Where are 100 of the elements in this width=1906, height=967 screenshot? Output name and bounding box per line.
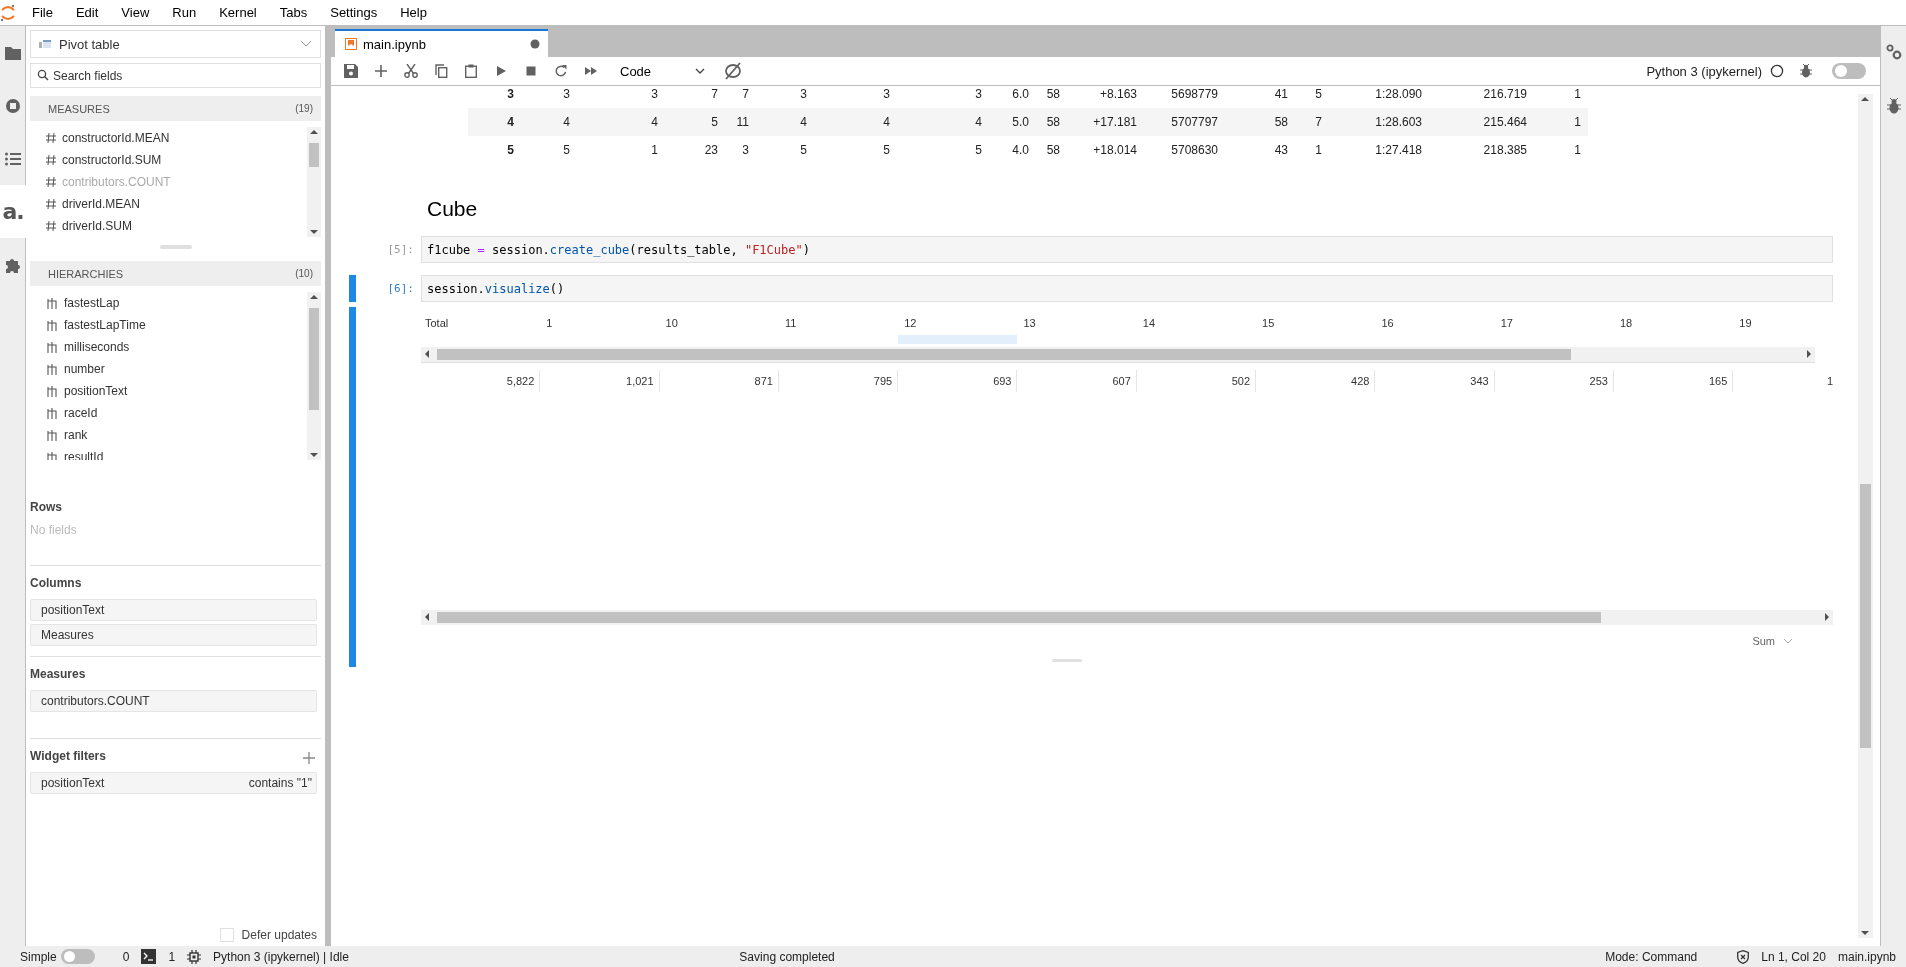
- column-header[interactable]: Total: [421, 307, 541, 344]
- app-logo: [0, 2, 16, 23]
- field-item[interactable]: fastestLapTime: [64, 318, 146, 332]
- table-cell-text: 1: [650, 143, 658, 157]
- caret-icon: [695, 68, 706, 74]
- plus-icon[interactable]: [303, 752, 315, 764]
- column-header[interactable]: 14: [1136, 307, 1257, 344]
- field-item[interactable]: raceId: [64, 406, 98, 420]
- clipboard-icon[interactable]: [464, 64, 478, 78]
- field-item[interactable]: rank: [64, 428, 88, 442]
- save-icon[interactable]: [344, 64, 358, 78]
- copy-icon[interactable]: [434, 64, 448, 78]
- terminal-icon[interactable]: [141, 949, 157, 964]
- checkbox-label: Defer updates: [241, 928, 317, 942]
- bug-icon[interactable]: [1886, 98, 1901, 114]
- cell-type-dropdown[interactable]: Code: [618, 63, 708, 79]
- field-chip[interactable]: positionText: [30, 599, 317, 621]
- menu-item[interactable]: View: [111, 1, 160, 24]
- menu-item[interactable]: Kernel: [209, 1, 267, 24]
- field-item[interactable]: constructorId.MEAN: [62, 131, 170, 145]
- stop-icon[interactable]: [524, 64, 538, 78]
- search-icon: [37, 69, 49, 81]
- menu-item[interactable]: File: [22, 1, 63, 24]
- hash-icon: [46, 155, 56, 165]
- scrollbar[interactable]: [307, 127, 321, 237]
- column-header[interactable]: 1: [540, 307, 660, 344]
- table-cell-text: 5: [1314, 87, 1322, 101]
- table-cell-text: 215.464: [1482, 115, 1527, 129]
- field-item[interactable]: constructorId.SUM: [62, 153, 162, 167]
- table-cell-text: 3: [882, 87, 890, 101]
- ring-icon[interactable]: [723, 62, 744, 80]
- field-item[interactable]: driverId.SUM: [62, 219, 132, 233]
- section-title: Measures: [30, 666, 87, 683]
- row-index: 4: [506, 115, 514, 129]
- chip-icon[interactable]: [187, 949, 202, 964]
- kernel-status[interactable]: Python 3 (ipykernel) | Idle: [213, 949, 349, 964]
- play-icon[interactable]: [494, 64, 508, 78]
- row-index: 5: [506, 143, 514, 157]
- table-cell-text: 7: [741, 87, 749, 101]
- column-header[interactable]: 11: [778, 307, 899, 344]
- table-cell-text: 5698779: [1170, 87, 1218, 101]
- table-cell-text: 4: [562, 115, 570, 129]
- field-item[interactable]: milliseconds: [64, 340, 130, 354]
- mode-indicator[interactable]: Mode: Command: [1605, 949, 1698, 964]
- column-header[interactable]: 13: [1017, 307, 1137, 344]
- field-chip[interactable]: contributors.COUNT: [30, 690, 317, 712]
- gears-icon[interactable]: [1885, 44, 1902, 60]
- file-name[interactable]: main.ipynb: [1837, 949, 1896, 964]
- menu-item[interactable]: Settings: [320, 1, 388, 24]
- checkbox[interactable]: [219, 928, 234, 942]
- debugger-toggle[interactable]: [1832, 63, 1866, 79]
- table-cell-text: 58: [1273, 115, 1288, 129]
- column-header[interactable]: 18: [1613, 307, 1734, 344]
- search-field[interactable]: Search fields: [30, 63, 321, 88]
- scrollbar[interactable]: [307, 292, 321, 460]
- column-header[interactable]: 15: [1256, 307, 1376, 344]
- bug-icon[interactable]: [1800, 64, 1812, 78]
- fast-forward-icon[interactable]: [584, 64, 598, 78]
- field-item[interactable]: fastestLap: [64, 296, 120, 310]
- terminal-count[interactable]: 0: [122, 949, 130, 964]
- menu-item[interactable]: Edit: [65, 1, 109, 24]
- plus-icon[interactable]: [374, 64, 388, 78]
- column-header[interactable]: 10: [659, 307, 779, 344]
- scrollbar[interactable]: [421, 347, 1815, 363]
- field-chip[interactable]: Measures: [30, 624, 317, 646]
- scrollbar[interactable]: [1858, 94, 1873, 938]
- scrollbar[interactable]: [421, 610, 1833, 625]
- menu-item[interactable]: Run: [162, 1, 207, 24]
- restart-icon[interactable]: [554, 64, 568, 78]
- hierarchy-icon: [46, 297, 58, 309]
- sidebar-tab[interactable]: a.: [0, 185, 26, 238]
- column-header[interactable]: 17: [1494, 307, 1614, 344]
- active-cell-bar[interactable]: [349, 275, 356, 302]
- column-header[interactable]: 16: [1375, 307, 1495, 344]
- table-cell-text: 5.0: [1011, 115, 1029, 129]
- menu-item[interactable]: Help: [390, 1, 437, 24]
- notebook-tab[interactable]: main.ipynb: [335, 29, 548, 57]
- code-cell[interactable]: session.visualize(): [421, 275, 1833, 302]
- active-cell-bar[interactable]: [349, 307, 356, 667]
- menu-item[interactable]: Tabs: [269, 1, 318, 24]
- code-cell[interactable]: f1cube = session.create_cube(results_table, "F1Cube"): [421, 236, 1833, 263]
- simple-mode-toggle[interactable]: [60, 949, 95, 964]
- scissors-icon[interactable]: [404, 64, 418, 78]
- unsaved-dot-icon[interactable]: [530, 39, 540, 49]
- status-message: Saving completed: [738, 949, 836, 964]
- field-item[interactable]: number: [64, 362, 105, 376]
- shield-x-icon[interactable]: [1737, 949, 1750, 964]
- column-header[interactable]: 19: [1733, 307, 1833, 344]
- hierarchy-icon: [46, 451, 58, 460]
- field-item[interactable]: positionText: [64, 384, 128, 398]
- aggregation-dropdown[interactable]: Sum: [1752, 635, 1793, 647]
- table-cell-text: 3: [799, 87, 807, 101]
- kernel-name[interactable]: Python 3 (ipykernel): [1646, 63, 1762, 79]
- view-dropdown[interactable]: Pivot table: [30, 30, 321, 58]
- table-cell-text: 5: [562, 143, 570, 157]
- cursor-position[interactable]: Ln 1, Col 20: [1761, 949, 1826, 964]
- filter-chip[interactable]: positionText contains "1": [30, 772, 317, 794]
- table-cell-text: 5: [974, 143, 982, 157]
- field-item[interactable]: driverId.MEAN: [62, 197, 141, 211]
- kernel-count[interactable]: 1: [168, 949, 176, 964]
